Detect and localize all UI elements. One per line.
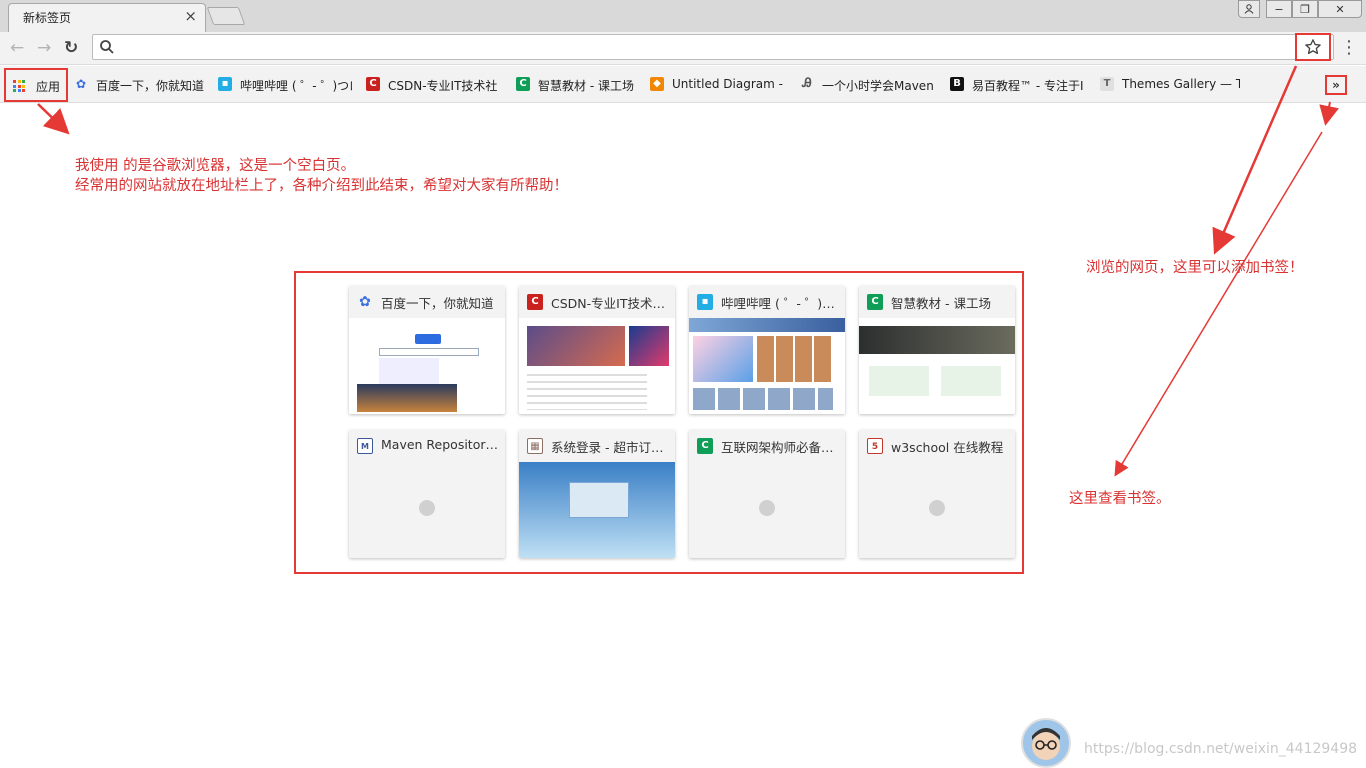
tile-login[interactable]: ▦ 系统登录 - 超市订单管理系统 (519, 430, 675, 558)
view-bookmarks-note: 这里查看书签。 (1069, 491, 1171, 507)
tile-architect[interactable]: C 互联网架构师必备技能 (689, 430, 845, 558)
tile-thumbnail (349, 318, 505, 414)
tile-w3school[interactable]: 5 w3school 在线教程 (859, 430, 1015, 558)
video-row-thumb (693, 388, 833, 410)
avatar-face-icon (1032, 728, 1060, 760)
placeholder-dot (419, 500, 435, 516)
carousel-thumb (693, 336, 753, 382)
tile-title: Maven Repository: Search (381, 437, 499, 452)
tile-header: C CSDN-专业IT技术社区 (519, 286, 675, 318)
tile-thumbnail (519, 462, 675, 558)
banner-thumb (859, 326, 1015, 354)
csdn-c-icon: C (527, 294, 543, 310)
arrow-to-apps (37, 103, 70, 135)
image-icon: ▦ (527, 438, 543, 454)
arrow-view-bookmarks (1114, 131, 1323, 477)
card-thumb (941, 366, 1001, 396)
ad-thumb (629, 326, 669, 366)
banner-thumb (527, 326, 625, 366)
tile-header: ▦ 系统登录 - 超市订单管理系统 (519, 430, 675, 462)
arrow-to-overflow (1319, 101, 1339, 126)
tile-kgc[interactable]: C 智慧教材 - 课工场 (859, 286, 1015, 414)
tile-title: 系统登录 - 超市订单管理系统 (551, 440, 669, 455)
tile-header: C 互联网架构师必备技能 (689, 430, 845, 462)
tile-header: ▪ 哔哩哔哩 ( ゜- ゜)つロ 干杯 (689, 286, 845, 318)
csdn-watermark: https://blog.csdn.net/weixin_44129498 (1084, 741, 1358, 757)
list-thumb (527, 374, 647, 410)
tile-header: M Maven Repository: Search (349, 430, 505, 462)
tile-title: 互联网架构师必备技能 (721, 440, 839, 455)
tile-title: w3school 在线教程 (891, 440, 1004, 455)
video-grid-thumb (757, 336, 833, 382)
baidu-paw-icon: ✿ (359, 294, 371, 310)
login-form-thumb (569, 482, 629, 518)
banner-thumb (357, 384, 457, 412)
kgc-c-icon: C (697, 438, 713, 454)
avatar (1021, 718, 1071, 768)
tile-header: C 智慧教材 - 课工场 (859, 286, 1015, 318)
tile-thumbnail (519, 318, 675, 414)
tile-title: 百度一下，你就知道 (381, 296, 494, 311)
card-thumb (869, 366, 929, 396)
bookmark-hint-note: 浏览的网页，这里可以添加书签！ (1086, 260, 1304, 276)
tile-title: CSDN-专业IT技术社区 (551, 296, 669, 311)
arrow-from-star (1212, 65, 1298, 255)
tile-title: 智慧教材 - 课工场 (891, 296, 991, 311)
tile-baidu[interactable]: ✿ 百度一下，你就知道 (349, 286, 505, 414)
w3school-icon: 5 (867, 438, 883, 454)
tile-thumbnail (349, 462, 505, 558)
placeholder-dot (759, 500, 775, 516)
tile-title: 哔哩哔哩 ( ゜- ゜)つロ 干杯 (721, 296, 839, 311)
tile-thumbnail (689, 318, 845, 414)
tile-header: ✿ 百度一下，你就知道 (349, 286, 505, 318)
header-banner-thumb (689, 318, 845, 332)
kgc-c-icon: C (867, 294, 883, 310)
tile-header: 5 w3school 在线教程 (859, 430, 1015, 462)
tile-maven[interactable]: M Maven Repository: Search (349, 430, 505, 558)
mvn-logo-icon: M (357, 438, 373, 454)
intro-note-line1: 我使用 的是谷歌浏览器，这是一个空白页。 (75, 158, 356, 174)
tile-bilibili[interactable]: ▪ 哔哩哔哩 ( ゜- ゜)つロ 干杯 (689, 286, 845, 414)
intro-note-line2: 经常用的网站就放在地址栏上了，各种介绍到此结束，希望对大家有所帮助！ (75, 178, 568, 194)
tile-thumbnail (689, 462, 845, 558)
tile-csdn[interactable]: C CSDN-专业IT技术社区 (519, 286, 675, 414)
baidu-logo (415, 334, 441, 344)
tile-thumbnail (859, 462, 1015, 558)
placeholder-dot (929, 500, 945, 516)
search-box-thumb (379, 348, 479, 356)
bilibili-tv-icon: ▪ (697, 294, 713, 310)
tile-thumbnail (859, 318, 1015, 414)
